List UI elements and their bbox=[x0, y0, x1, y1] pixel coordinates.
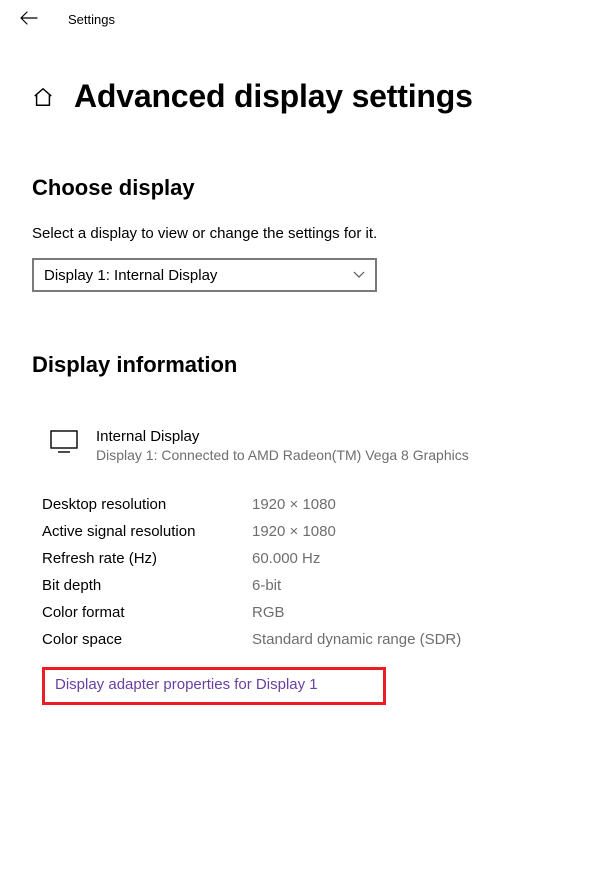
top-bar-title: Settings bbox=[68, 12, 115, 27]
table-row: Refresh rate (Hz) 60.000 Hz bbox=[42, 545, 582, 572]
table-row: Bit depth 6-bit bbox=[42, 572, 582, 599]
color-format-value: RGB bbox=[252, 604, 285, 621]
monitor-icon bbox=[50, 430, 78, 454]
page-title: Advanced display settings bbox=[74, 78, 473, 115]
desktop-resolution-label: Desktop resolution bbox=[42, 496, 252, 513]
refresh-rate-value: 60.000 Hz bbox=[252, 550, 320, 567]
top-bar: Settings bbox=[0, 0, 614, 38]
display-connection: Display 1: Connected to AMD Radeon(TM) V… bbox=[96, 447, 469, 463]
display-summary-text: Internal Display Display 1: Connected to… bbox=[96, 428, 469, 463]
active-signal-resolution-value: 1920 × 1080 bbox=[252, 523, 336, 540]
display-name: Internal Display bbox=[96, 428, 469, 445]
page-header: Advanced display settings bbox=[0, 38, 614, 115]
table-row: Color format RGB bbox=[42, 599, 582, 626]
content-area: Choose display Select a display to view … bbox=[0, 175, 614, 705]
bit-depth-value: 6-bit bbox=[252, 577, 281, 594]
chevron-down-icon bbox=[353, 268, 365, 282]
active-signal-resolution-label: Active signal resolution bbox=[42, 523, 252, 540]
display-select-value: Display 1: Internal Display bbox=[44, 267, 217, 284]
display-summary: Internal Display Display 1: Connected to… bbox=[32, 428, 582, 463]
color-space-label: Color space bbox=[42, 631, 252, 648]
table-row: Color space Standard dynamic range (SDR) bbox=[42, 626, 582, 653]
back-arrow-icon[interactable] bbox=[20, 10, 38, 28]
table-row: Active signal resolution 1920 × 1080 bbox=[42, 518, 582, 545]
choose-display-subtext: Select a display to view or change the s… bbox=[32, 225, 582, 242]
display-info-table: Desktop resolution 1920 × 1080 Active si… bbox=[32, 491, 582, 705]
color-space-value: Standard dynamic range (SDR) bbox=[252, 631, 461, 648]
refresh-rate-label: Refresh rate (Hz) bbox=[42, 550, 252, 567]
color-format-label: Color format bbox=[42, 604, 252, 621]
display-adapter-properties-link[interactable]: Display adapter properties for Display 1 bbox=[55, 676, 318, 693]
choose-display-heading: Choose display bbox=[32, 175, 582, 201]
display-select-dropdown[interactable]: Display 1: Internal Display bbox=[32, 258, 377, 292]
bit-depth-label: Bit depth bbox=[42, 577, 252, 594]
display-information-heading: Display information bbox=[32, 352, 582, 378]
desktop-resolution-value: 1920 × 1080 bbox=[252, 496, 336, 513]
adapter-link-highlight: Display adapter properties for Display 1 bbox=[42, 667, 386, 705]
home-icon[interactable] bbox=[32, 86, 54, 108]
table-row: Desktop resolution 1920 × 1080 bbox=[42, 491, 582, 518]
